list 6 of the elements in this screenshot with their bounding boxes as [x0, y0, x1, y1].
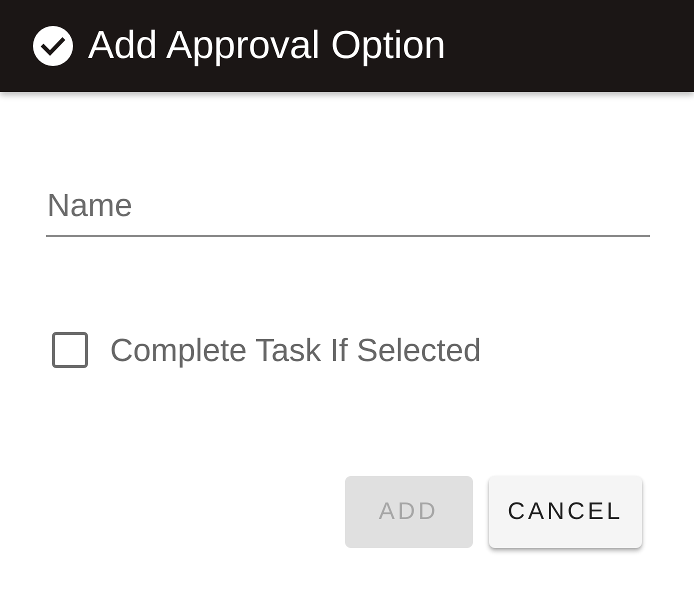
check-circle-icon — [33, 26, 73, 66]
checkbox-label: Complete Task If Selected — [110, 332, 482, 368]
checkbox[interactable] — [52, 332, 88, 368]
name-field[interactable]: Name — [46, 182, 650, 237]
cancel-button[interactable]: CANCEL — [488, 476, 642, 548]
dialog-title: Add Approval Option — [88, 23, 446, 69]
